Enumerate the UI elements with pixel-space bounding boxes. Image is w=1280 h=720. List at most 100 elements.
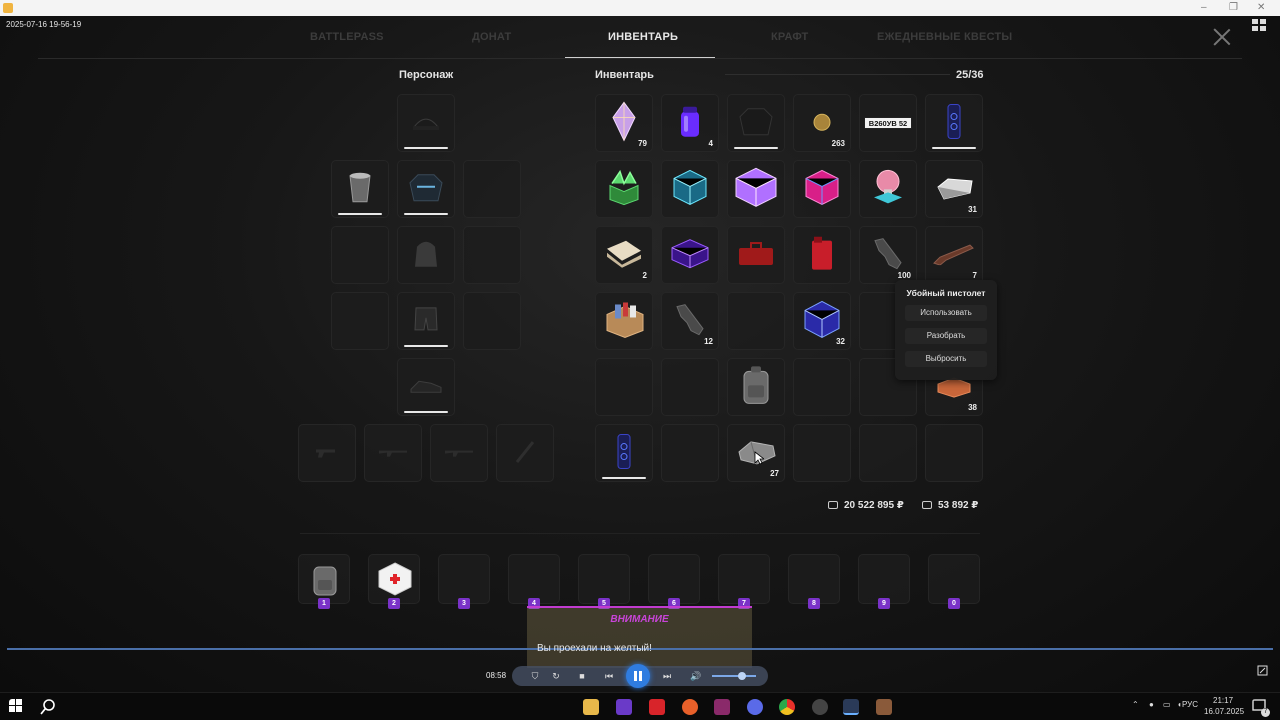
- drop-button[interactable]: Выбросить: [905, 351, 987, 367]
- inventory-slot[interactable]: [661, 160, 719, 218]
- inventory-slot[interactable]: [793, 226, 851, 284]
- inventory-slot[interactable]: 4: [661, 94, 719, 152]
- item-count: 100: [897, 271, 911, 280]
- inventory-slot-empty[interactable]: [595, 358, 653, 416]
- clock-time[interactable]: 21:17: [1213, 696, 1233, 705]
- inventory-slot[interactable]: 32: [793, 292, 851, 350]
- shield-icon[interactable]: ⛉: [528, 669, 542, 683]
- close-icon[interactable]: [1213, 28, 1231, 46]
- disassemble-button[interactable]: Разобрать: [905, 328, 987, 344]
- inventory-slot[interactable]: [727, 226, 785, 284]
- inventory-slot[interactable]: 263: [793, 94, 851, 152]
- media-player-icon[interactable]: [843, 699, 859, 715]
- visual-studio-icon[interactable]: [616, 699, 632, 715]
- file-explorer-icon[interactable]: [583, 699, 599, 715]
- inventory-slot[interactable]: 31: [925, 160, 983, 218]
- equip-slot-torso[interactable]: [397, 160, 455, 218]
- windows-start-icon[interactable]: [9, 699, 25, 715]
- hotbar-slot-10[interactable]: 0: [928, 554, 980, 609]
- inventory-slot-empty[interactable]: [793, 358, 851, 416]
- inventory-slot[interactable]: 2: [595, 226, 653, 284]
- inventory-slot-empty[interactable]: [925, 424, 983, 482]
- close-window-button[interactable]: ✕: [1257, 1, 1265, 15]
- hotbar-slot-6[interactable]: 6: [648, 554, 700, 609]
- inventory-slot[interactable]: [859, 160, 917, 218]
- cash-amount: 20 522 895 ₽: [844, 500, 904, 511]
- weapon-slot-3[interactable]: [430, 424, 488, 482]
- inventory-slot[interactable]: 79: [595, 94, 653, 152]
- minimize-button[interactable]: –: [1201, 1, 1207, 15]
- hotbar-slot-5[interactable]: 5: [578, 554, 630, 609]
- pause-button[interactable]: [626, 664, 650, 688]
- equip-slot-empty[interactable]: [463, 292, 521, 350]
- hotbar-slot-1[interactable]: 1: [298, 554, 350, 609]
- hotbar-slot-4[interactable]: 4: [508, 554, 560, 609]
- hotbar-slot-3[interactable]: 3: [438, 554, 490, 609]
- volume-icon[interactable]: 🔊: [689, 669, 703, 683]
- equip-slot-shirt[interactable]: [397, 226, 455, 284]
- tab-daily-quests[interactable]: ЕЖЕДНЕВНЫЕ КВЕСТЫ: [877, 31, 1012, 43]
- inventory-slot[interactable]: [595, 292, 653, 350]
- hotbar-slot-7[interactable]: 7: [718, 554, 770, 609]
- weapon-slot-4[interactable]: [496, 424, 554, 482]
- inventory-slot[interactable]: 100: [859, 226, 917, 284]
- winrar-icon[interactable]: [714, 699, 730, 715]
- equip-slot-mask[interactable]: [331, 160, 389, 218]
- equip-slot-empty[interactable]: [331, 292, 389, 350]
- microphone-icon[interactable]: ●: [1149, 700, 1154, 709]
- volume-slider[interactable]: [712, 675, 756, 677]
- hotbar-slot-9[interactable]: 9: [858, 554, 910, 609]
- inventory-slot-empty[interactable]: [661, 358, 719, 416]
- use-button[interactable]: Использовать: [905, 305, 987, 321]
- network-icon[interactable]: ▭: [1163, 700, 1171, 709]
- inventory-slot[interactable]: [595, 424, 653, 482]
- maximize-button[interactable]: ❐: [1229, 1, 1238, 15]
- equip-slot-empty[interactable]: [463, 160, 521, 218]
- equip-slot-legs[interactable]: [397, 292, 455, 350]
- chrome-icon[interactable]: [779, 699, 795, 715]
- next-icon[interactable]: ⏭: [660, 669, 674, 683]
- tab-battlepass[interactable]: BATTLEPASS: [310, 31, 384, 43]
- clock-date[interactable]: 16.07.2025: [1204, 707, 1244, 716]
- discord-icon[interactable]: [747, 699, 763, 715]
- previous-icon[interactable]: ⏮: [602, 669, 616, 683]
- repeat-icon[interactable]: ↻: [549, 669, 563, 683]
- adobe-icon[interactable]: [649, 699, 665, 715]
- tab-inventory[interactable]: ИНВЕНТАРЬ: [608, 31, 678, 43]
- tab-craft[interactable]: КРАФТ: [771, 31, 808, 43]
- inventory-slot[interactable]: B260УВ 52: [859, 94, 917, 152]
- inventory-slot-empty[interactable]: [859, 424, 917, 482]
- obs-icon[interactable]: [812, 699, 828, 715]
- hotbar-slot-8[interactable]: 8: [788, 554, 840, 609]
- inventory-slot[interactable]: 7: [925, 226, 983, 284]
- inventory-slot-empty[interactable]: [793, 424, 851, 482]
- volume-knob[interactable]: [738, 672, 746, 680]
- inventory-slot[interactable]: [727, 94, 785, 152]
- tray-chevron-icon[interactable]: ⌃: [1132, 700, 1139, 709]
- inventory-slot[interactable]: [595, 160, 653, 218]
- inventory-slot[interactable]: [793, 160, 851, 218]
- inventory-slot[interactable]: 12: [661, 292, 719, 350]
- inventory-slot-empty[interactable]: [661, 424, 719, 482]
- weapon-slot-1[interactable]: [298, 424, 356, 482]
- equip-slot-empty[interactable]: [331, 226, 389, 284]
- weapon-slot-2[interactable]: [364, 424, 422, 482]
- inventory-slot[interactable]: [727, 160, 785, 218]
- equip-slot-shoes[interactable]: [397, 358, 455, 416]
- tab-donate[interactable]: ДОНАТ: [472, 31, 511, 43]
- search-icon[interactable]: [40, 699, 56, 715]
- equip-slot-empty[interactable]: [463, 226, 521, 284]
- fullscreen-icon[interactable]: [1257, 665, 1268, 676]
- equip-slot-hat[interactable]: [397, 94, 455, 152]
- game-icon[interactable]: [876, 699, 892, 715]
- inventory-slot[interactable]: [661, 226, 719, 284]
- inventory-slot[interactable]: [727, 358, 785, 416]
- app-icon-orange[interactable]: [682, 699, 698, 715]
- grid-icon[interactable]: [1252, 18, 1266, 31]
- hotbar-slot-2[interactable]: 2: [368, 554, 420, 609]
- language-indicator[interactable]: РУС: [1182, 700, 1198, 709]
- inventory-slot-empty[interactable]: [727, 292, 785, 350]
- inventory-slot[interactable]: [925, 94, 983, 152]
- stop-icon[interactable]: ■: [575, 669, 589, 683]
- item-count: 38: [968, 403, 977, 412]
